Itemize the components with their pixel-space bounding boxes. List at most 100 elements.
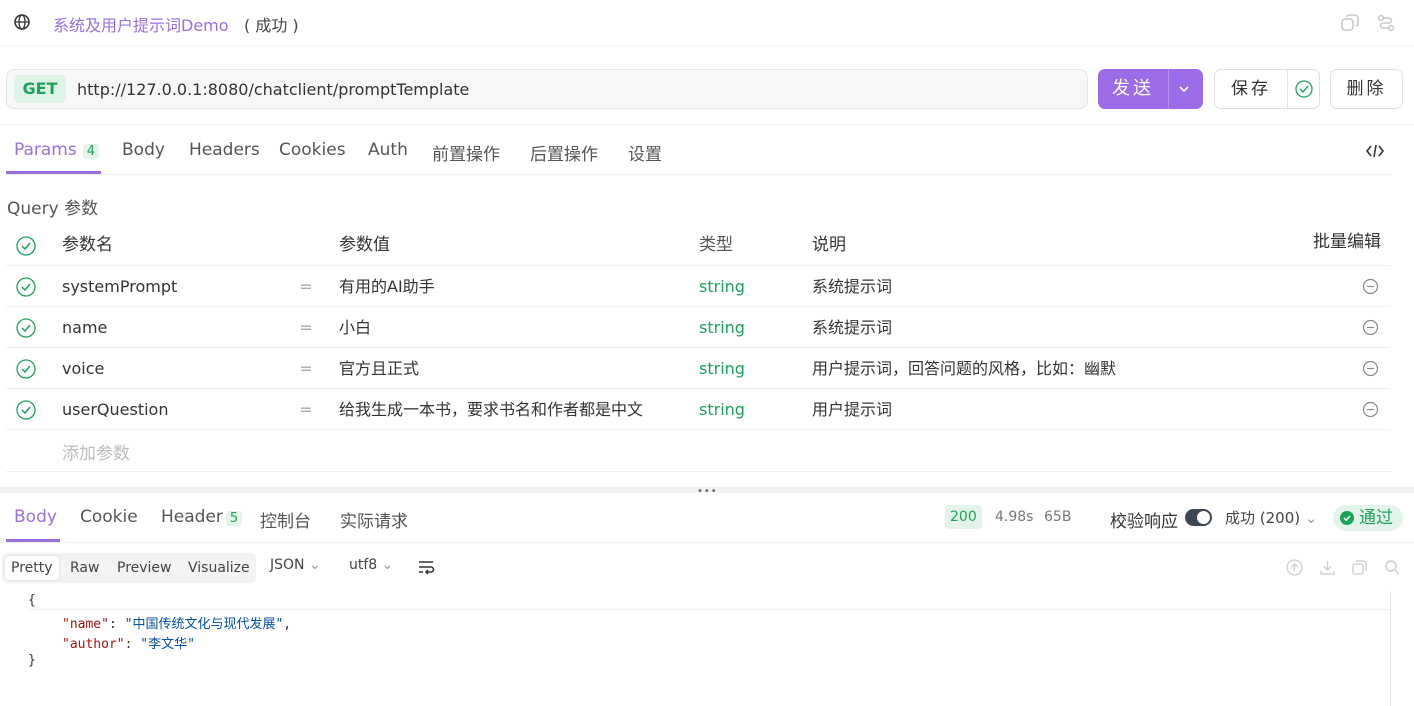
header-key: 参数名 [62,235,113,255]
param-value[interactable]: 给我生成一本书，要求书名和作者都是中文 [339,389,669,430]
param-key[interactable]: userQuestion [62,389,292,430]
share-icon[interactable] [1375,12,1397,34]
param-key[interactable]: name [62,307,292,348]
param-type[interactable]: string [699,266,789,307]
query-params-title: Query 参数 [7,199,99,219]
copy-icon[interactable] [1351,559,1368,576]
format-raw[interactable]: Raw [64,556,105,580]
param-desc[interactable]: 用户提示词 [812,389,1312,430]
send-separator [1168,69,1169,109]
param-desc[interactable]: 用户提示词，回答问题的风格，比如：幽默 [812,348,1312,389]
method-select[interactable]: GET [14,75,66,103]
chevron-down-icon: ⌄ [1304,509,1318,527]
save-button[interactable]: 保存 [1214,69,1320,109]
remove-icon[interactable] [1362,360,1379,377]
equals-sign: = [299,359,313,378]
code-icon[interactable] [1365,142,1385,160]
tab-post-request[interactable]: 后置操作 [530,140,598,165]
request-status: ( 成功 ) [244,16,299,35]
send-button-label[interactable]: 发送 [1098,69,1168,109]
response-tab-header[interactable]: Header 5 [161,507,243,527]
select-all-checkbox[interactable] [16,236,36,256]
equals-sign: = [299,400,313,419]
download-icon[interactable] [1319,559,1336,576]
param-value[interactable]: 有用的AI助手 [339,266,669,307]
status-code-badge: 200 [945,505,982,529]
check-circle-icon [1340,511,1354,525]
request-name[interactable]: 系统及用户提示词Demo [53,12,229,36]
chevron-down-icon[interactable] [1176,81,1192,97]
save-button-label[interactable]: 保存 [1215,70,1287,108]
param-type[interactable]: string [699,389,789,430]
response-time: 4.98s [995,509,1034,525]
param-checkbox[interactable] [16,359,36,379]
add-param-input[interactable]: 添加参数 [62,439,130,464]
response-tab-console[interactable]: 控制台 [260,507,311,532]
upload-icon[interactable] [1286,559,1303,576]
param-key[interactable]: systemPrompt [62,266,292,307]
url-input[interactable] [77,70,1077,108]
equals-sign: = [299,318,313,337]
header-value: 参数值 [339,235,390,255]
title-bar: 系统及用户提示词Demo ( 成功 ) [0,0,1414,46]
param-value[interactable]: 小白 [339,307,669,348]
tab-body[interactable]: Body [122,140,165,160]
validate-toggle[interactable] [1185,509,1212,526]
code-line: } [28,653,36,668]
format-group: Pretty Raw Preview Visualize [2,553,256,583]
word-wrap-icon[interactable] [417,559,435,575]
check-circle-icon[interactable] [1295,80,1313,98]
param-checkbox[interactable] [16,318,36,338]
url-bar: GET [6,69,1088,109]
pass-badge: 通过 [1333,505,1403,531]
remove-icon[interactable] [1362,319,1379,336]
format-preview[interactable]: Preview [111,556,178,580]
response-size: 65B [1044,509,1072,525]
lang-select[interactable]: JSON ⌄ [270,557,321,573]
params-count-badge: 4 [82,144,100,159]
param-type[interactable]: string [699,348,789,389]
validate-response-label: 校验响应 [1110,512,1178,532]
param-type[interactable]: string [699,307,789,348]
remove-icon[interactable] [1362,278,1379,295]
tab-headers[interactable]: Headers [189,140,260,160]
bulk-edit-link[interactable]: 批量编辑 [1313,222,1381,263]
response-tab-cookie[interactable]: Cookie [80,507,138,527]
param-key[interactable]: voice [62,348,292,389]
param-checkbox[interactable] [16,400,36,420]
globe-icon [13,13,31,31]
header-desc: 说明 [812,235,846,255]
code-line: "author": "李文华" [62,637,195,652]
header-type: 类型 [699,235,733,255]
param-value[interactable]: 官方且正式 [339,348,669,389]
divider [0,542,1414,543]
encoding-select[interactable]: utf8 ⌄ [349,557,393,573]
result-select[interactable]: 成功 (200) ⌄ [1225,507,1317,528]
param-desc[interactable]: 系统提示词 [812,307,1312,348]
response-tab-actual-request[interactable]: 实际请求 [340,507,408,532]
tab-pre-request[interactable]: 前置操作 [432,140,500,165]
response-tab-body[interactable]: Body [14,507,57,527]
divider [6,471,1392,472]
code-scrollbar[interactable] [1390,591,1391,706]
search-icon[interactable] [1384,559,1401,576]
divider [6,174,1392,175]
tab-settings[interactable]: 设置 [628,140,662,165]
remove-icon[interactable] [1362,401,1379,418]
toggle-knob [1197,511,1210,524]
format-pretty[interactable]: Pretty [5,556,59,580]
copy-icon[interactable] [1339,12,1361,34]
delete-button[interactable]: 删除 [1330,69,1403,109]
param-checkbox[interactable] [16,277,36,297]
param-desc[interactable]: 系统提示词 [812,266,1312,307]
tab-params[interactable]: Params 4 [14,140,100,160]
divider [0,124,1414,125]
send-button[interactable]: 发送 [1098,69,1203,109]
drag-handle-icon[interactable]: ••• [697,486,718,497]
tab-auth[interactable]: Auth [368,140,408,160]
response-body-viewer[interactable]: { "name": "中国传统文化与现代发展", "author": "李文华"… [0,591,1414,706]
format-visualize[interactable]: Visualize [182,556,256,580]
tab-cookies[interactable]: Cookies [279,140,346,160]
chevron-down-icon: ⌄ [381,557,394,573]
chevron-down-icon: ⌄ [308,557,321,573]
